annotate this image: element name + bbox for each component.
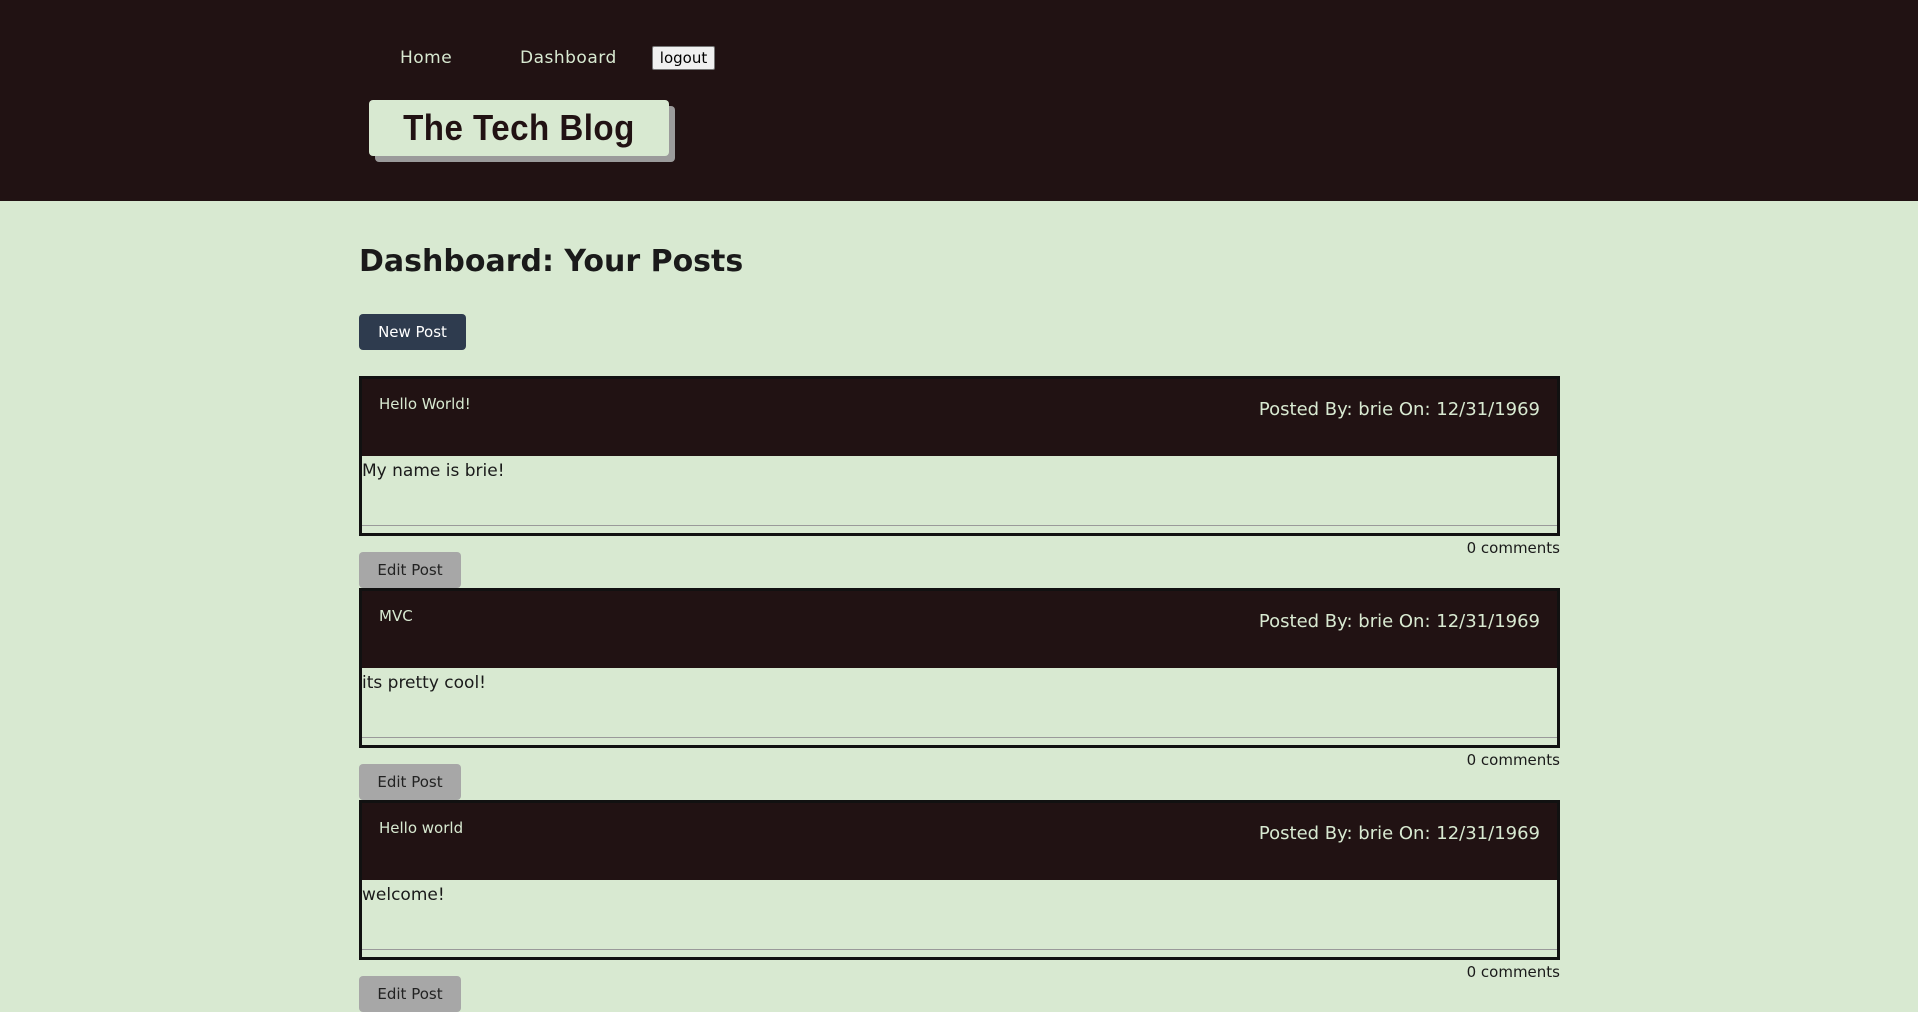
nav-dashboard-link[interactable]: Dashboard — [520, 48, 617, 68]
post-item: Hello world Posted By: brie On: 12/31/19… — [359, 800, 1560, 1012]
post-body: welcome! — [362, 885, 445, 905]
post-body: My name is brie! — [362, 461, 505, 481]
post-title[interactable]: Hello World! — [379, 395, 471, 413]
logout-button[interactable]: logout — [652, 46, 715, 70]
post-title[interactable]: Hello world — [379, 819, 463, 837]
site-header: Home Dashboard logout The Tech Blog — [0, 0, 1918, 201]
page-title: Dashboard: Your Posts — [359, 244, 744, 279]
nav-home-link[interactable]: Home — [400, 48, 452, 68]
post-divider — [362, 949, 1557, 950]
new-post-button[interactable]: New Post — [359, 314, 466, 350]
post-meta: Posted By: brie On: 12/31/1969 — [1258, 611, 1540, 632]
post-meta: Posted By: brie On: 12/31/1969 — [1258, 823, 1540, 844]
post-header: MVC Posted By: brie On: 12/31/1969 — [362, 591, 1557, 668]
post-header: Hello world Posted By: brie On: 12/31/19… — [362, 803, 1557, 880]
post-divider — [362, 737, 1557, 738]
post-comments-count: 0 comments — [1466, 539, 1560, 557]
post-divider — [362, 525, 1557, 526]
edit-post-button[interactable]: Edit Post — [359, 976, 461, 1012]
post-meta: Posted By: brie On: 12/31/1969 — [1258, 399, 1540, 420]
site-logo-text: The Tech Blog — [403, 107, 635, 148]
post-comments-count: 0 comments — [1466, 751, 1560, 769]
post-body: its pretty cool! — [362, 673, 486, 693]
post-title[interactable]: MVC — [379, 607, 413, 625]
edit-post-button[interactable]: Edit Post — [359, 764, 461, 800]
site-logo: The Tech Blog — [369, 100, 669, 156]
edit-post-button[interactable]: Edit Post — [359, 552, 461, 588]
post-card: Hello World! Posted By: brie On: 12/31/1… — [359, 376, 1560, 536]
post-item: Hello World! Posted By: brie On: 12/31/1… — [359, 376, 1560, 588]
post-item: MVC Posted By: brie On: 12/31/1969 its p… — [359, 588, 1560, 800]
post-card: MVC Posted By: brie On: 12/31/1969 its p… — [359, 588, 1560, 748]
post-header: Hello World! Posted By: brie On: 12/31/1… — [362, 379, 1557, 456]
post-card: Hello world Posted By: brie On: 12/31/19… — [359, 800, 1560, 960]
post-comments-count: 0 comments — [1466, 963, 1560, 981]
